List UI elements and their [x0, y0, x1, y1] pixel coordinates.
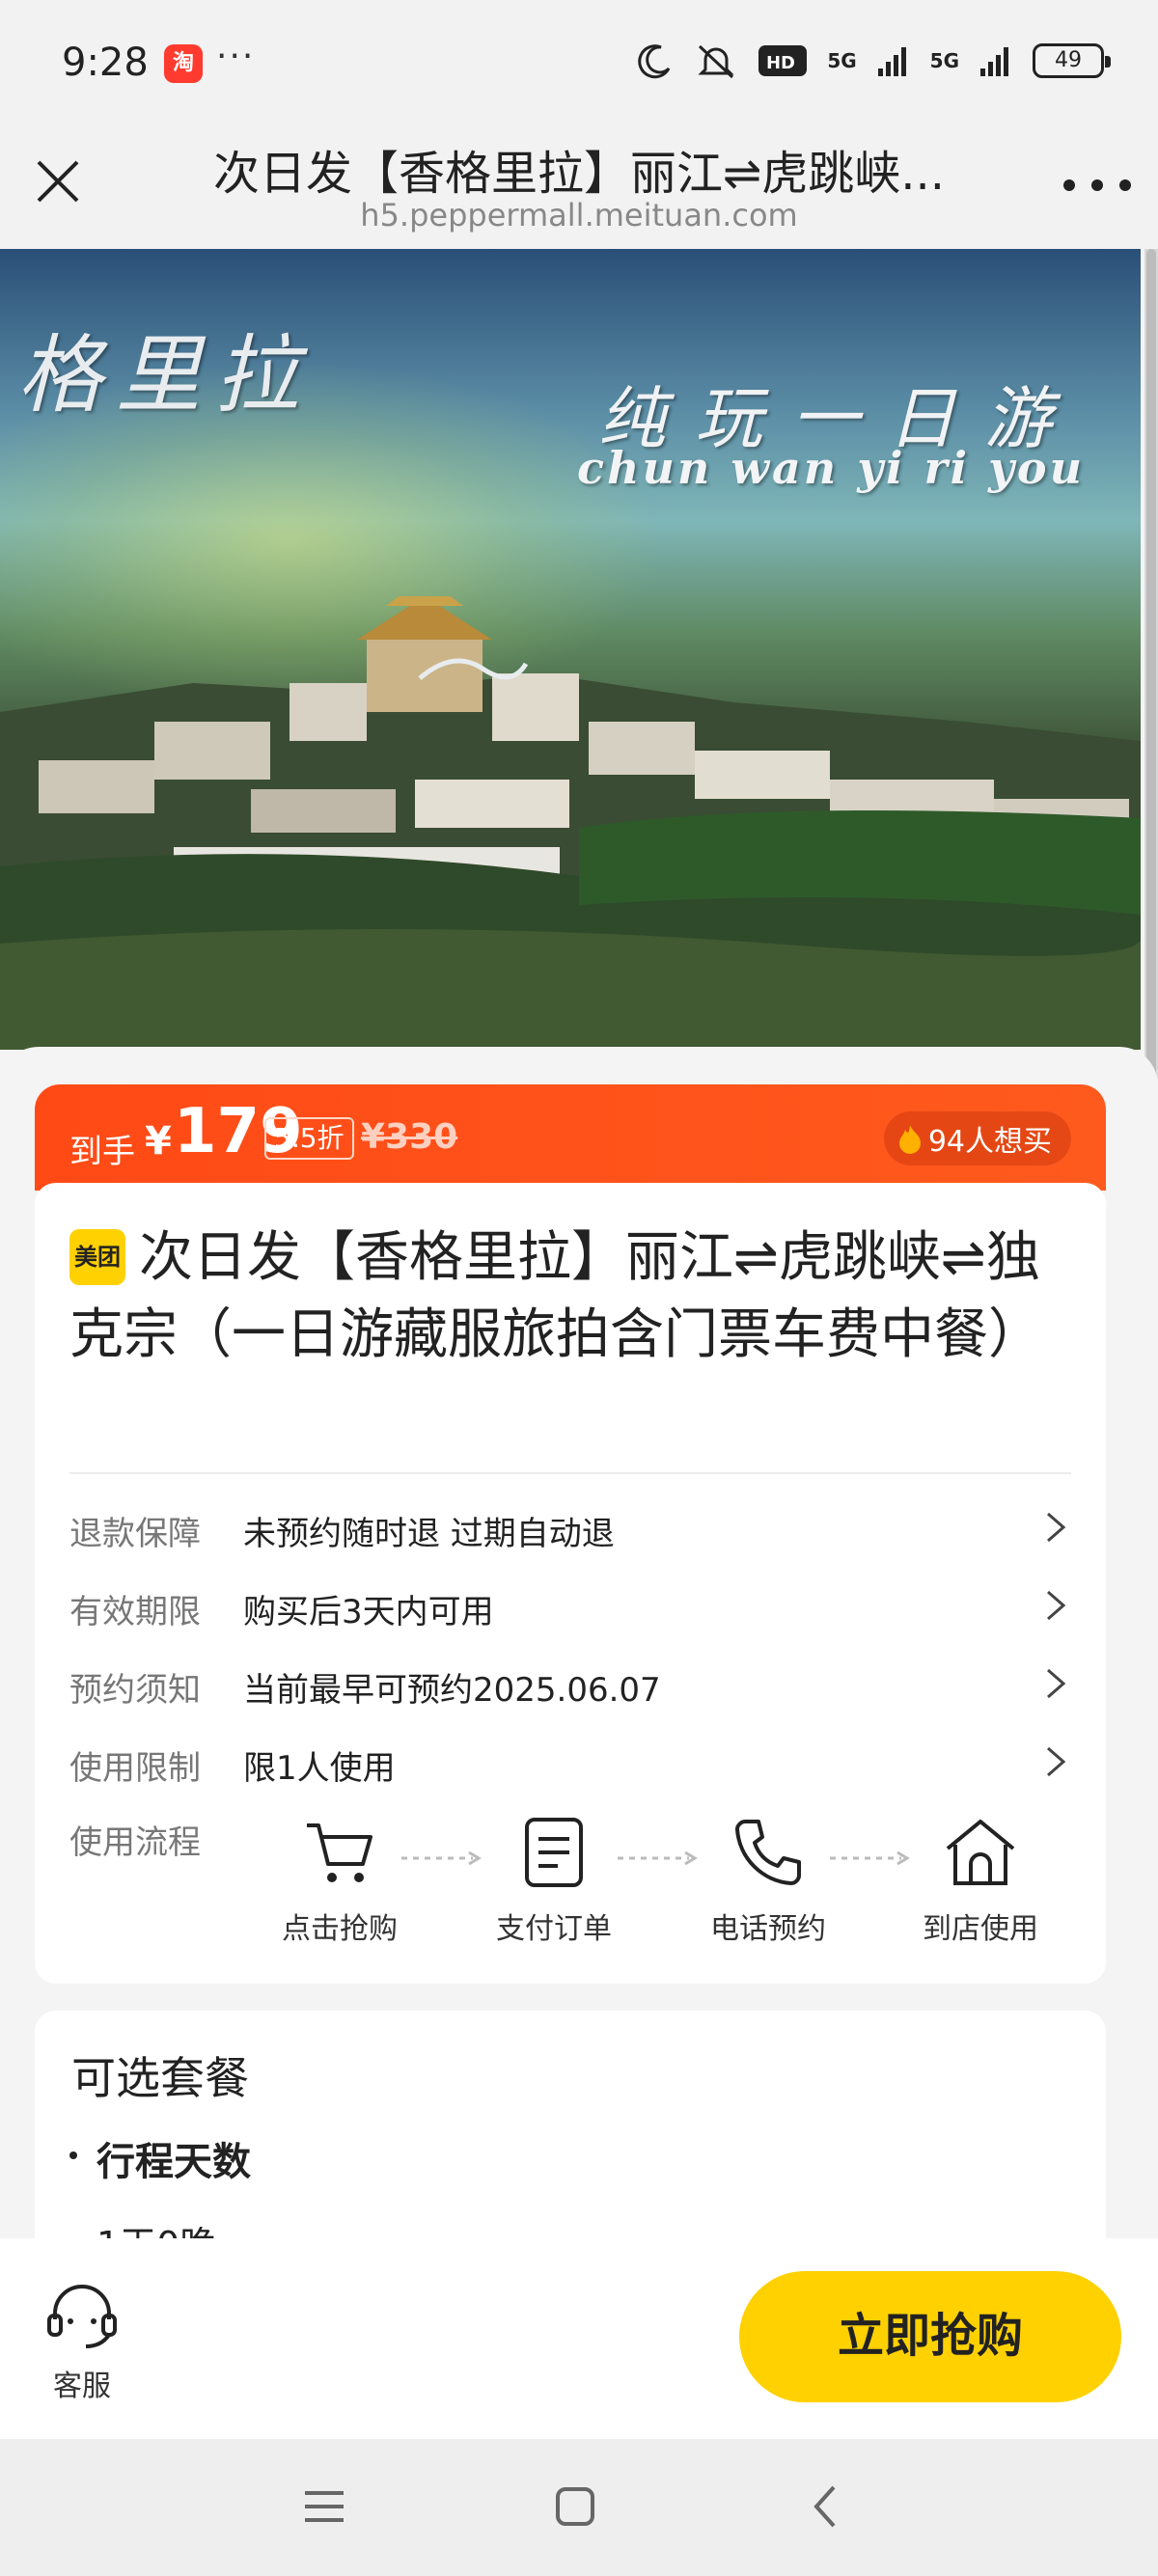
- monastery-village-illustration: [0, 596, 1141, 1050]
- bottom-action-bar: 客服 立即抢购: [0, 2238, 1158, 2439]
- divider: [69, 1472, 1071, 1474]
- chevron-right-icon: [1047, 1746, 1066, 1777]
- signal-icon-2: [980, 47, 1008, 76]
- chevron-right-icon: [1047, 1668, 1066, 1699]
- info-row-validity[interactable]: 有效期限 购买后3天内可用: [69, 1576, 1071, 1633]
- hero-pinyin: chun wan yi ri you: [577, 442, 1086, 494]
- flow-arrow-icon: [401, 1850, 482, 1866]
- info-row-booking[interactable]: 预约须知 当前最早可预约2025.06.07: [69, 1654, 1071, 1712]
- phone-icon: [735, 1820, 801, 1885]
- status-indicators: HD 5G 5G 49: [636, 41, 1111, 81]
- flow-step-label: 到店使用: [923, 1912, 1038, 1946]
- flow-arrow-icon: [618, 1850, 698, 1866]
- price-bar: 到手 ¥ 179 5.5折 ¥330 94人想买: [35, 1084, 1106, 1191]
- info-label: 预约须知: [69, 1671, 201, 1710]
- flow-step-buy: 点击抢购: [262, 1816, 417, 1947]
- flow-step-pay: 支付订单: [477, 1816, 631, 1947]
- customer-service-label: 客服: [53, 2370, 111, 2403]
- info-label: 使用限制: [69, 1749, 201, 1788]
- system-navigation-bar: [0, 2439, 1158, 2576]
- package-section-title: 行程天数: [96, 2140, 251, 2184]
- svg-text:HD: HD: [766, 53, 795, 73]
- original-price: ¥330: [361, 1117, 458, 1157]
- info-value: 购买后3天内可用: [243, 1593, 494, 1631]
- scrollbar-thumb[interactable]: [1146, 249, 1156, 1079]
- menu-icon[interactable]: [295, 2478, 353, 2535]
- flow-step-label: 支付订单: [496, 1912, 612, 1946]
- status-bar: 9:28 淘 ··· HD 5G 5G 49: [0, 0, 1158, 127]
- chevron-right-icon: [1047, 1590, 1066, 1621]
- browser-header: 次日发【香格里拉】丽江⇌虎跳峡... h5.peppermall.meituan…: [0, 127, 1158, 249]
- network-5g-label-1: 5G: [827, 49, 857, 72]
- package-options-card: 可选套餐 行程天数 1天0晚: [35, 2011, 1106, 2261]
- info-label: 有效期限: [69, 1593, 201, 1631]
- info-row-refund[interactable]: 退款保障 未预约随时退 过期自动退: [69, 1497, 1071, 1555]
- hero-banner-image[interactable]: 格里拉 纯玩一日游 chun wan yi ri you: [0, 249, 1141, 1050]
- signal-icon-1: [877, 47, 906, 76]
- info-label: 退款保障: [69, 1515, 201, 1553]
- discount-tag: 5.5折: [264, 1117, 354, 1160]
- home-square-icon[interactable]: [546, 2478, 604, 2535]
- product-title: 次日发【香格里拉】丽江⇌虎跳峡⇌独克宗（一日游藏服旅拍含门票车费中餐）: [69, 1226, 1042, 1366]
- moon-icon: [638, 44, 671, 79]
- swirl-decoration-icon: [418, 658, 529, 680]
- scrollbar[interactable]: [1144, 249, 1158, 1079]
- flow-step-call: 电话预约: [691, 1816, 845, 1947]
- info-row-limit[interactable]: 使用限制 限1人使用: [69, 1732, 1071, 1790]
- meituan-badge: 美团: [69, 1229, 125, 1285]
- status-time: 9:28: [62, 41, 149, 85]
- network-5g-label-2: 5G: [929, 49, 959, 72]
- want-count-badge: 94人想买: [883, 1111, 1071, 1165]
- info-value: 当前最早可预约2025.06.07: [243, 1671, 661, 1710]
- price-currency: ¥: [145, 1119, 172, 1164]
- customer-service-button[interactable]: 客服: [39, 2277, 125, 2404]
- status-more-icon: ···: [216, 37, 256, 76]
- home-store-icon: [946, 1820, 1015, 1885]
- taobao-app-icon: 淘: [164, 44, 203, 83]
- bullet-dot: [69, 2151, 77, 2159]
- more-options-icon[interactable]: [1063, 166, 1131, 205]
- cart-icon: [307, 1823, 372, 1882]
- package-title: 可选套餐: [71, 2052, 249, 2104]
- close-icon[interactable]: [29, 152, 87, 210]
- flow-label: 使用流程: [69, 1823, 201, 1862]
- flow-arrow-icon: [830, 1850, 910, 1866]
- page-title: 次日发【香格里拉】丽江⇌虎跳峡...: [213, 147, 945, 201]
- buy-now-button[interactable]: 立即抢购: [739, 2271, 1121, 2402]
- info-value: 限1人使用: [243, 1749, 396, 1788]
- flow-step-label: 点击抢购: [282, 1912, 398, 1946]
- hd-icon: HD: [758, 45, 808, 76]
- mute-bell-icon: [698, 44, 734, 79]
- battery-indicator: 49: [1033, 43, 1111, 78]
- info-value: 未预约随时退 过期自动退: [243, 1515, 615, 1553]
- back-icon[interactable]: [797, 2478, 855, 2535]
- chevron-right-icon: [1047, 1512, 1066, 1543]
- document-icon: [525, 1818, 583, 1887]
- page-url: h5.peppermall.meituan.com: [360, 197, 798, 233]
- want-count-text: 94人想买: [927, 1125, 1052, 1159]
- price-label: 到手: [69, 1133, 135, 1171]
- flame-icon: [898, 1125, 921, 1154]
- flow-step-use: 到店使用: [903, 1816, 1058, 1947]
- headset-icon: [47, 2285, 117, 2348]
- hero-title-left: 格里拉: [17, 325, 314, 425]
- product-info-card: 次日发【香格里拉】丽江⇌虎跳峡⇌独克宗（一日游藏服旅拍含门票车费中餐） 美团 退…: [35, 1183, 1106, 1984]
- flow-step-label: 电话预约: [710, 1912, 826, 1946]
